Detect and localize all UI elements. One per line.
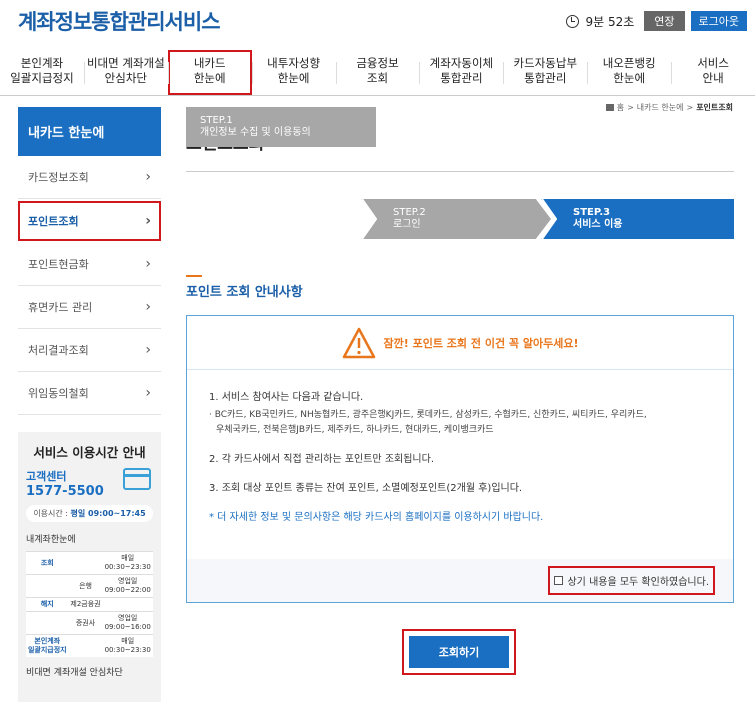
step-arrow-icon: [541, 199, 557, 239]
main-content: 포인트조회 STEP.1개인정보 수집 및 이용동의 STEP.2로그인 STE…: [186, 107, 734, 675]
section-title: 포인트 조회 안내사항: [186, 275, 303, 300]
step-arrow-icon: [361, 199, 377, 239]
sidebar-item-card-info[interactable]: 카드정보조회 ›: [18, 156, 161, 199]
warning-text: 잠깐! 포인트 조회 전 이건 꼭 알아두세요!: [383, 336, 579, 350]
notice-body: 1. 서비스 참여사는 다음과 같습니다. · BC카드, KB국민카드, NH…: [187, 370, 733, 525]
nav-item-service-guide[interactable]: 서비스 안내: [671, 50, 755, 95]
service-hours-title: 서비스 이용시간 안내: [33, 445, 146, 460]
sidebar-title: 내카드 한눈에: [18, 107, 161, 156]
session-bar: 9분 52초 연장 로그아웃: [566, 11, 747, 31]
table-row: 증권사 영업일 09:00~16:00: [26, 611, 153, 635]
sidebar-item-point[interactable]: 포인트조회 ›: [18, 201, 161, 241]
chevron-right-icon: ›: [145, 169, 151, 185]
nav-item-my-card[interactable]: 내카드 한눈에: [167, 50, 252, 95]
nav-item-nonface-block[interactable]: 비대면 계좌개설 안심차단: [83, 50, 168, 95]
session-timer: 9분 52초: [585, 14, 635, 29]
nav-item-investment[interactable]: 내투자성향 한눈에: [251, 50, 336, 95]
nav-item-card-autopay[interactable]: 카드자동납부 통합관리: [503, 50, 587, 95]
step-3: STEP.3 서비스 이용: [541, 199, 734, 239]
table-row: 조회 매일 00:30~23:30: [26, 551, 153, 575]
clock-icon: [566, 14, 580, 28]
nav-item-account-stop[interactable]: 본인계좌 일괄지급정지: [0, 50, 84, 95]
table-row: 본인계좌 일괄지급정지 매일 00:30~23:30: [26, 634, 153, 657]
checkbox-icon[interactable]: [554, 576, 564, 585]
step-2: STEP.2 로그인: [361, 199, 551, 239]
submit-wrapper: 조회하기: [402, 629, 516, 675]
sidebar-item-point-cash[interactable]: 포인트현금화 ›: [18, 243, 161, 286]
section-my-account: 내계좌한눈에: [26, 535, 76, 545]
card-clock-icon: [123, 468, 151, 490]
notice-box: 잠깐! 포인트 조회 전 이건 꼭 알아두세요! 1. 서비스 참여사는 다음과…: [186, 315, 734, 603]
chevron-right-icon: ›: [145, 299, 151, 315]
extend-button[interactable]: 연장: [644, 11, 685, 31]
logout-button[interactable]: 로그아웃: [690, 11, 747, 31]
warning-icon: [342, 327, 375, 358]
notice-footer: 상기 내용을 모두 확인하였습니다.: [187, 559, 733, 602]
chevron-right-icon: ›: [145, 212, 151, 229]
inquiry-button[interactable]: 조회하기: [409, 636, 509, 668]
step-1: STEP.1 개인정보 수집 및 이용동의: [186, 107, 376, 147]
notice-item: 3. 조회 대상 포인트 종류는 잔여 포인트, 소멸예정포인트(2개월 후)입…: [209, 483, 523, 494]
chevron-right-icon: ›: [145, 342, 151, 358]
table-row: 은행 영업일 09:00~22:00: [26, 574, 153, 598]
agree-checkbox[interactable]: 상기 내용을 모두 확인하였습니다.: [548, 566, 715, 595]
section-nonface-block[interactable]: 비대면 계좌개설 안심차단: [26, 665, 153, 678]
sidebar-item-consent-withdraw[interactable]: 위임동의철회 ›: [18, 372, 161, 415]
chevron-right-icon: ›: [145, 385, 151, 401]
sidebar: 내카드 한눈에 카드정보조회 › 포인트조회 › 포인트현금화 › 휴면카드 관리 › …: [18, 107, 161, 415]
notice-item: 1. 서비스 참여사는 다음과 같습니다. · BC카드, KB국민카드, NH…: [209, 392, 647, 435]
table-row: 해지 제2금융권: [26, 597, 153, 612]
chevron-right-icon: ›: [145, 256, 151, 272]
notice-header: 잠깐! 포인트 조회 전 이건 꼭 알아두세요!: [187, 316, 733, 370]
site-logo[interactable]: 계좌정보통합관리서비스: [18, 6, 221, 36]
notice-item: 2. 각 카드사에서 직접 관리하는 포인트만 조회됩니다.: [209, 454, 434, 465]
notice-note: * 더 자세한 정보 및 문의사항은 해당 카드사의 홈페이지를 이용하시기 바…: [209, 512, 544, 523]
service-hours-box: 서비스 이용시간 안내 고객센터 1577-5500 이용시간 : 평일 09:…: [18, 432, 161, 702]
nav-item-open-banking[interactable]: 내오픈뱅킹 한눈에: [587, 50, 671, 95]
nav-item-financial-info[interactable]: 금융정보 조회: [335, 50, 420, 95]
sidebar-item-result[interactable]: 처리결과조회 ›: [18, 329, 161, 372]
nav-item-auto-transfer[interactable]: 계좌자동이체 통합관리: [419, 50, 503, 95]
hours-pill: 이용시간 : 평일 09:00~17:45: [26, 505, 153, 522]
sidebar-item-dormant-card[interactable]: 휴면카드 관리 ›: [18, 286, 161, 329]
main-nav: 본인계좌 일괄지급정지 비대면 계좌개설 안심차단 내카드 한눈에 내투자성향 한눈에 …: [0, 50, 755, 96]
hours-table: 조회 매일 00:30~23:30 은행 영업일 09:00~22:00 해지 제2금융권…: [26, 551, 153, 657]
